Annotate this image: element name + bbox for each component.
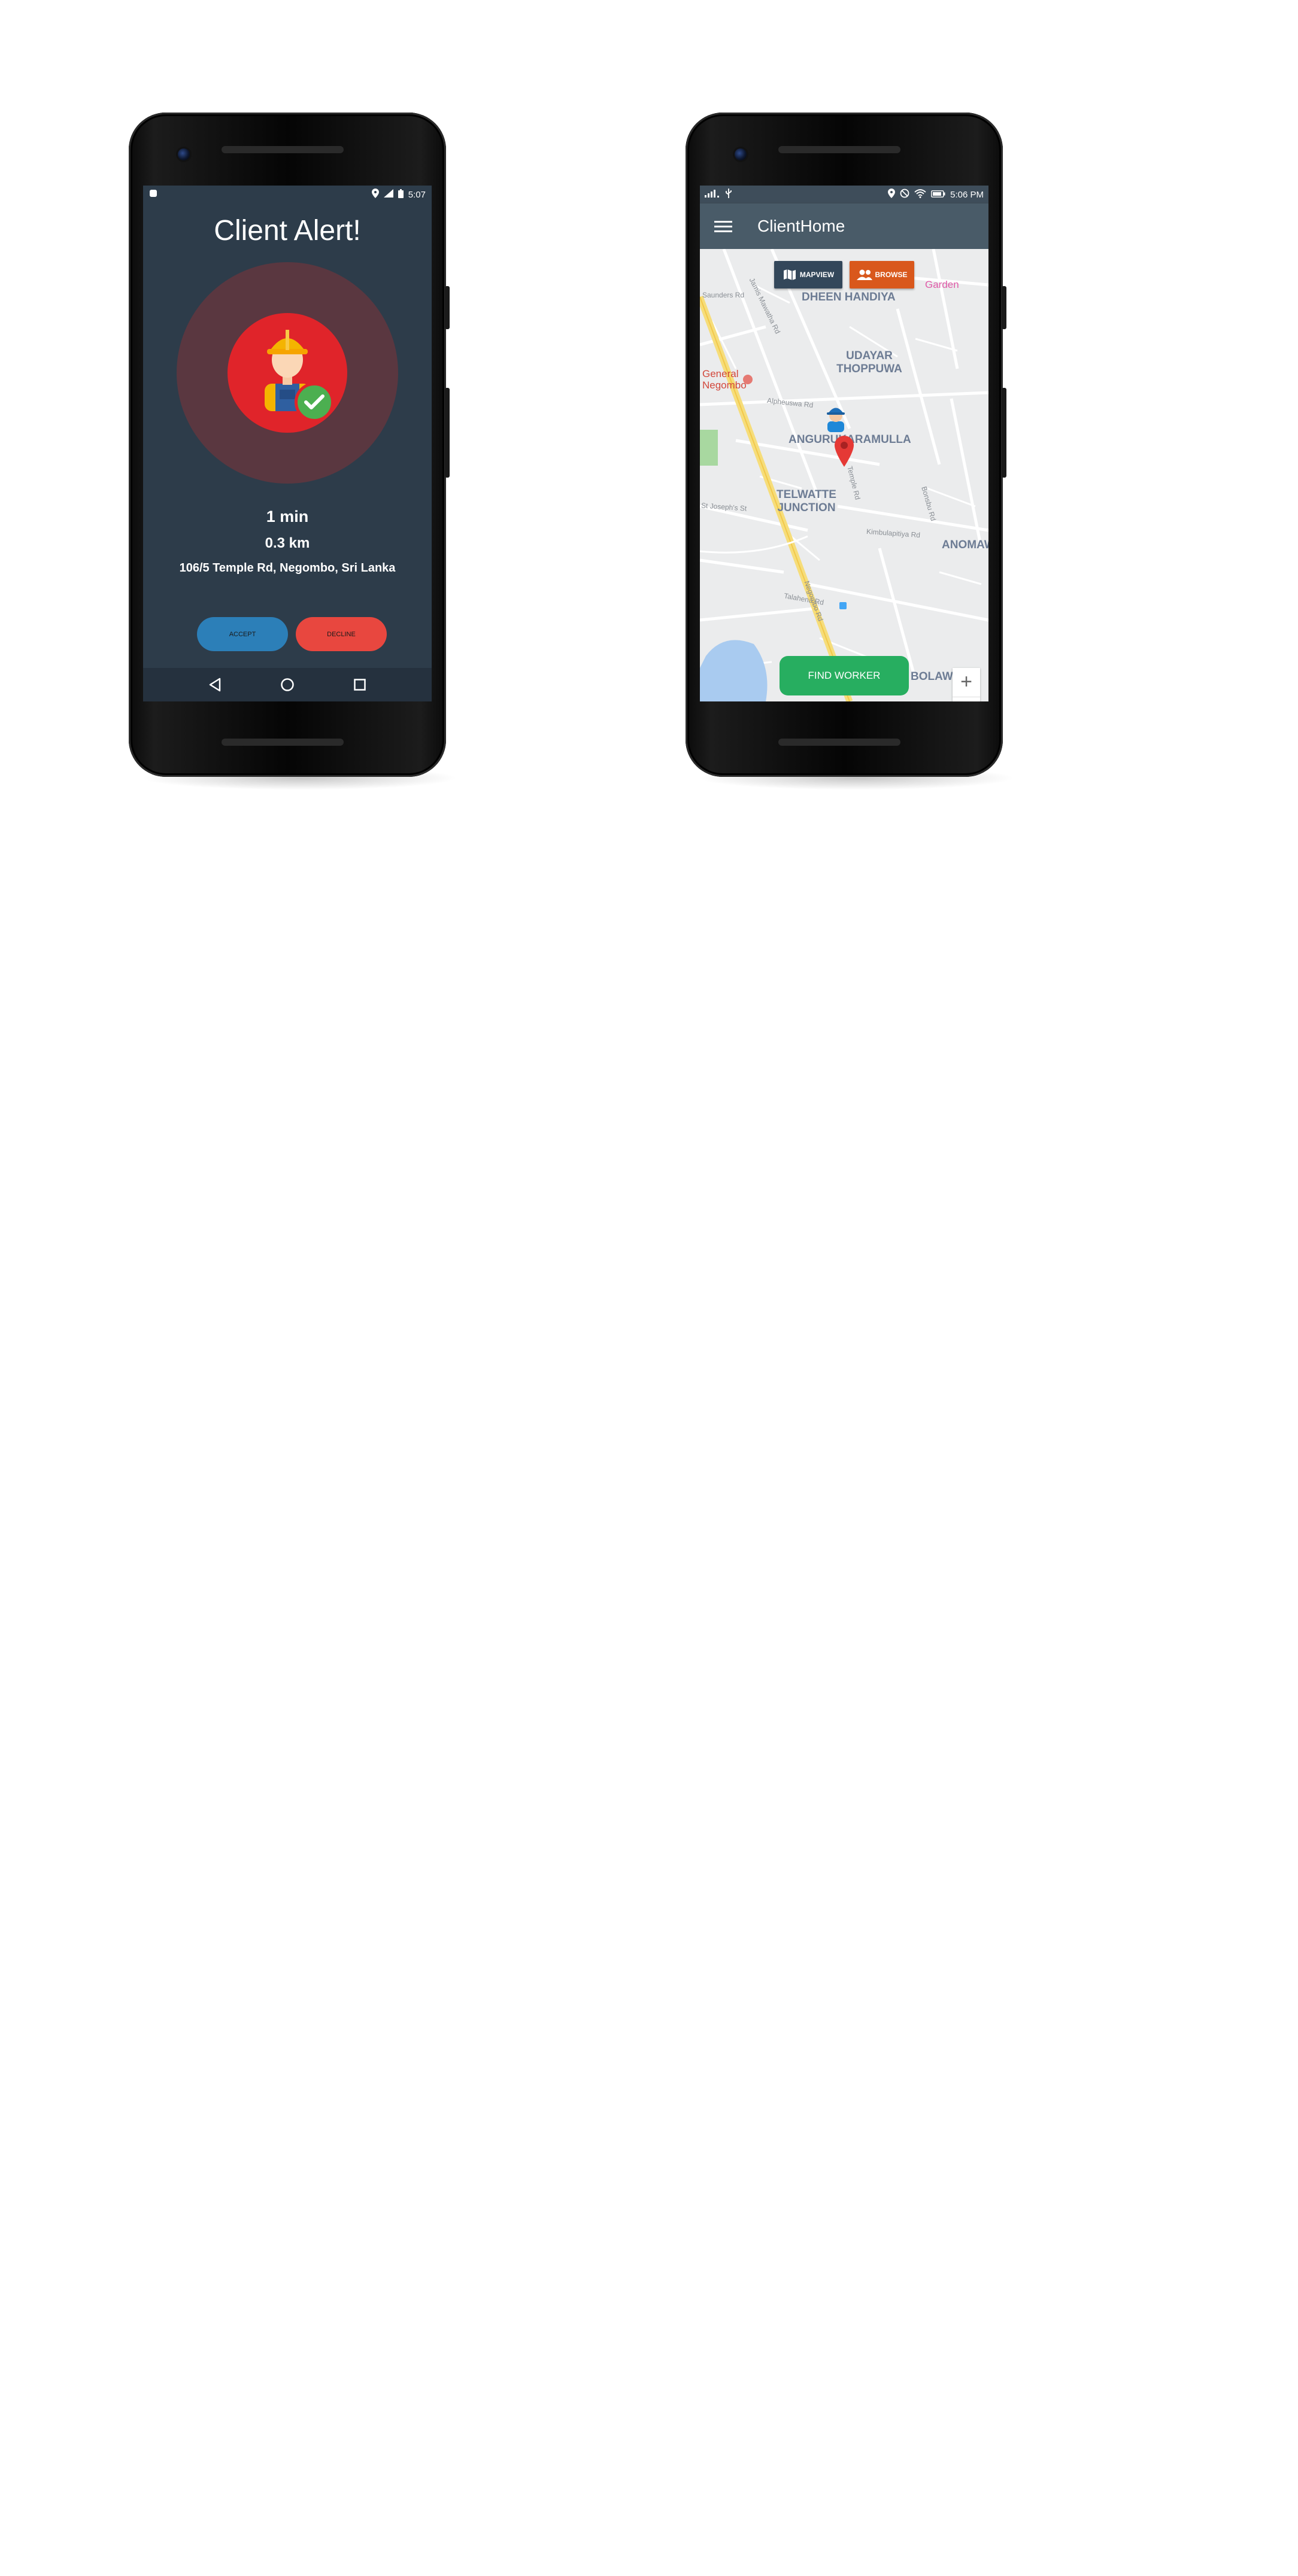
map-area-label: TELWATTE JUNCTION <box>777 488 836 514</box>
earpiece-speaker <box>222 146 344 153</box>
mapview-button[interactable]: MAPVIEW <box>774 261 842 288</box>
accept-button[interactable]: ACCEPT <box>197 617 288 651</box>
wifi-icon <box>914 189 926 201</box>
back-icon[interactable] <box>203 673 227 697</box>
alert-screen: 5:07 Client Alert! 1 min 0.3 km 106/5 Te… <box>143 186 432 701</box>
map-area-label: ANOMAW <box>942 539 988 551</box>
earpiece-speaker <box>778 146 900 153</box>
front-camera <box>735 148 747 160</box>
status-bar: 5:07 <box>143 186 432 203</box>
map-roads <box>700 249 988 701</box>
power-key <box>1002 286 1006 329</box>
front-camera <box>178 148 190 160</box>
volume-key <box>445 388 450 478</box>
eta-text: 1 min <box>266 508 309 525</box>
worker-avatar-circle <box>228 313 347 433</box>
signal-bars-icon <box>705 189 720 200</box>
decline-button[interactable]: DECLINE <box>296 617 387 651</box>
location-icon <box>371 189 379 201</box>
map-poi-label: Garden <box>925 279 959 290</box>
menu-icon[interactable] <box>714 218 732 235</box>
people-icon <box>856 269 872 280</box>
distance-text: 0.3 km <box>265 535 310 551</box>
find-worker-button[interactable]: FIND WORKER <box>780 656 909 695</box>
road-label: Saunders Rd <box>702 291 745 299</box>
do-not-disturb-icon <box>900 189 909 201</box>
browse-label: BROWSE <box>875 271 908 279</box>
app-title: ClientHome <box>757 217 845 235</box>
signal-icon <box>383 189 393 200</box>
phone-frame-home: 5:06 PM ClientHome DHEEN HANDIYA UDAYAR … <box>686 113 1015 790</box>
zoom-out-icon[interactable]: − <box>953 697 980 701</box>
recents-icon[interactable] <box>348 673 372 697</box>
battery-icon <box>398 189 404 201</box>
mapview-label: MAPVIEW <box>799 271 835 279</box>
system-nav-bar <box>143 668 432 701</box>
status-bar: 5:06 PM <box>700 186 988 203</box>
address-text: 106/5 Temple Rd, Negombo, Sri Lanka <box>179 561 396 575</box>
worker-map-icon[interactable] <box>823 403 849 435</box>
bottom-speaker <box>222 739 344 746</box>
volume-key <box>1002 388 1006 478</box>
check-icon <box>295 382 334 422</box>
map-poi-label: General Negombo <box>702 368 747 391</box>
status-time: 5:06 PM <box>950 189 984 200</box>
battery-icon <box>931 190 945 200</box>
map-view[interactable]: DHEEN HANDIYA UDAYAR THOPPUWA ANGURUKARA… <box>700 249 988 701</box>
alert-pulse-ring <box>177 262 398 484</box>
map-area-label: UDAYAR THOPPUWA <box>836 350 902 375</box>
map-area-label: BOLAW <box>911 670 953 683</box>
power-key <box>445 286 450 329</box>
zoom-controls: + − <box>953 668 980 701</box>
home-screen: 5:06 PM ClientHome DHEEN HANDIYA UDAYAR … <box>700 186 988 701</box>
usb-icon <box>725 189 732 201</box>
notification-icon <box>149 189 157 200</box>
app-bar: ClientHome <box>700 203 988 249</box>
browse-button[interactable]: BROWSE <box>850 261 914 288</box>
bottom-speaker <box>778 739 900 746</box>
location-icon <box>888 189 896 201</box>
home-icon[interactable] <box>275 673 299 697</box>
map-area-label: DHEEN HANDIYA <box>802 291 896 303</box>
location-pin-icon[interactable] <box>835 436 854 470</box>
phone-frame-alert: 5:07 Client Alert! 1 min 0.3 km 106/5 Te… <box>129 113 458 790</box>
alert-title: Client Alert! <box>214 215 361 247</box>
status-time: 5:07 <box>408 189 426 200</box>
map-icon <box>783 269 796 280</box>
zoom-in-icon[interactable]: + <box>953 668 980 697</box>
